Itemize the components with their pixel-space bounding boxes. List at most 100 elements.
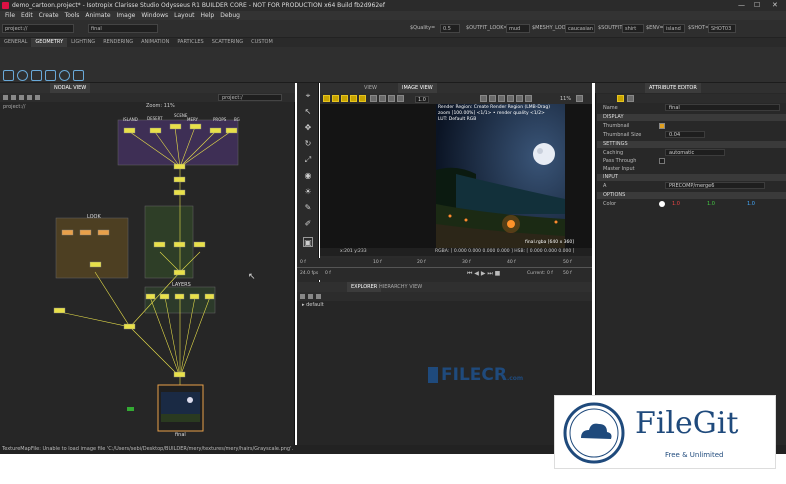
attr-name-field[interactable]: final <box>665 104 780 111</box>
filter-icon[interactable] <box>627 95 634 102</box>
menu-create[interactable]: Create <box>36 11 62 20</box>
menu-file[interactable]: File <box>2 11 18 20</box>
back-icon[interactable] <box>300 294 305 299</box>
section-options[interactable]: OPTIONS <box>597 192 786 199</box>
menu-help[interactable]: Help <box>198 11 218 20</box>
caching-select[interactable]: automatic <box>665 149 725 156</box>
forward-icon[interactable] <box>11 95 16 100</box>
color-g-value[interactable]: 1.0 <box>707 200 715 208</box>
end-frame[interactable]: 50 f <box>563 270 572 278</box>
soutfit-select[interactable]: shirt <box>622 24 644 33</box>
tab-image-view[interactable]: IMAGE VIEW <box>398 83 437 93</box>
color-b-value[interactable]: 1.0 <box>747 200 755 208</box>
light-icon[interactable]: ☀ <box>303 187 313 197</box>
tab-hierarchy-view[interactable]: HIERARCHY VIEW <box>375 282 426 292</box>
tab-scattering[interactable]: SCATTERING <box>208 38 247 47</box>
scale-icon[interactable]: ⤢ <box>303 155 313 165</box>
color-swatch[interactable] <box>659 201 665 207</box>
menu-image[interactable]: Image <box>114 11 139 20</box>
render-region-icon[interactable]: ▣ <box>303 237 313 247</box>
cylinder-icon[interactable] <box>31 70 42 81</box>
zoom-readout[interactable]: 11% <box>560 96 571 102</box>
lut-icon[interactable] <box>370 95 377 102</box>
region-icon[interactable] <box>397 95 404 102</box>
exposure-icon[interactable] <box>388 95 395 102</box>
rgb-icon[interactable] <box>323 95 330 102</box>
tab-custom[interactable]: CUSTOM <box>247 38 277 47</box>
frame-field[interactable]: 1.0 <box>415 96 429 103</box>
context-path-field[interactable]: project:// <box>2 24 74 33</box>
pointer-icon[interactable]: ↖ <box>303 107 313 117</box>
grid-icon[interactable] <box>45 70 56 81</box>
brush-icon[interactable]: ✐ <box>303 219 313 229</box>
thumbnail-size-field[interactable]: 0.04 <box>665 131 705 138</box>
tab-geometry[interactable]: GEOMETRY <box>31 38 68 47</box>
blue-channel-icon[interactable] <box>350 95 357 102</box>
menu-animate[interactable]: Animate <box>82 11 113 20</box>
folder-icon[interactable] <box>316 294 321 299</box>
menu-tools[interactable]: Tools <box>62 11 83 20</box>
stop-icon[interactable] <box>489 95 496 102</box>
refresh-icon[interactable] <box>480 95 487 102</box>
alpha-channel-icon[interactable] <box>359 95 366 102</box>
outfit-select[interactable]: mud <box>506 24 530 33</box>
menu-edit[interactable]: Edit <box>18 11 36 20</box>
globe-icon[interactable] <box>59 70 70 81</box>
current-frame[interactable]: 0 f <box>547 270 553 278</box>
timeline[interactable]: 0 f 10 f 20 f 30 f 40 f 50 f 24.0 fps 0 … <box>297 258 592 280</box>
fit-icon[interactable] <box>576 95 583 102</box>
red-channel-icon[interactable] <box>332 95 339 102</box>
explorer-item[interactable]: ▸ default <box>302 302 324 308</box>
lock-icon[interactable] <box>617 95 624 102</box>
tab-attribute-editor[interactable]: ATTRIBUTE EDITOR <box>645 83 701 93</box>
tab-view[interactable]: VIEW <box>360 83 381 93</box>
snapshot-icon[interactable] <box>498 95 505 102</box>
paint-icon[interactable]: ✎ <box>303 203 313 213</box>
context-field[interactable]: final <box>88 24 158 33</box>
quality-field[interactable]: 0.5 <box>440 24 460 33</box>
shot-select[interactable]: SHOT03 <box>708 24 736 33</box>
tab-lighting[interactable]: LIGHTING <box>67 38 99 47</box>
fps-readout[interactable]: 24.0 fps <box>300 270 318 278</box>
green-channel-icon[interactable] <box>341 95 348 102</box>
section-settings[interactable]: SETTINGS <box>597 141 786 148</box>
pin-icon[interactable] <box>525 95 532 102</box>
section-input[interactable]: INPUT <box>597 174 786 181</box>
camera-icon[interactable]: ◉ <box>303 171 313 181</box>
compare-icon[interactable] <box>507 95 514 102</box>
fur-icon[interactable] <box>73 70 84 81</box>
rotate-icon[interactable]: ↻ <box>303 139 313 149</box>
history-icon[interactable] <box>516 95 523 102</box>
home-icon[interactable] <box>19 95 24 100</box>
timeline-ruler[interactable]: 0 f 10 f 20 f 30 f 40 f 50 f <box>297 260 592 268</box>
sphere-icon[interactable] <box>17 70 28 81</box>
move-icon[interactable]: ✥ <box>303 123 313 133</box>
forward-icon[interactable] <box>308 294 313 299</box>
back-icon[interactable] <box>3 95 8 100</box>
menu-layout[interactable]: Layout <box>171 11 197 20</box>
section-display[interactable]: DISPLAY <box>597 114 786 121</box>
minimize-button[interactable]: — <box>738 0 745 11</box>
frame-icon[interactable] <box>27 95 32 100</box>
image-viewport[interactable]: Render Region: Create Render Region (LMB… <box>320 104 592 256</box>
tab-general[interactable]: GENERAL <box>0 38 31 47</box>
cube-icon[interactable] <box>3 70 14 81</box>
play-controls-icon[interactable]: ⏮ ◀ ▶ ⏭ ■ <box>467 270 500 278</box>
select-icon[interactable]: ⌖ <box>303 91 313 101</box>
tab-particles[interactable]: PARTICLES <box>173 38 207 47</box>
color-r-value[interactable]: 1.0 <box>672 200 680 208</box>
maximize-button[interactable]: ☐ <box>754 0 760 11</box>
env-select[interactable]: island <box>663 24 685 33</box>
menu-debug[interactable]: Debug <box>217 11 243 20</box>
close-button[interactable]: ✕ <box>772 0 778 11</box>
gamma-icon[interactable] <box>379 95 386 102</box>
input-a-field[interactable]: PRECOMP/merge6 <box>665 182 765 189</box>
tab-nodal-view[interactable]: NODAL VIEW <box>50 83 91 93</box>
nodal-path-field[interactable]: project:/ <box>218 94 282 101</box>
layout-icon[interactable] <box>35 95 40 100</box>
meshy-select[interactable]: caucasian <box>565 24 595 33</box>
tab-animation[interactable]: ANIMATION <box>137 38 173 47</box>
menu-windows[interactable]: Windows <box>138 11 171 20</box>
pass-through-checkbox[interactable] <box>659 158 665 164</box>
tab-rendering[interactable]: RENDERING <box>99 38 137 47</box>
